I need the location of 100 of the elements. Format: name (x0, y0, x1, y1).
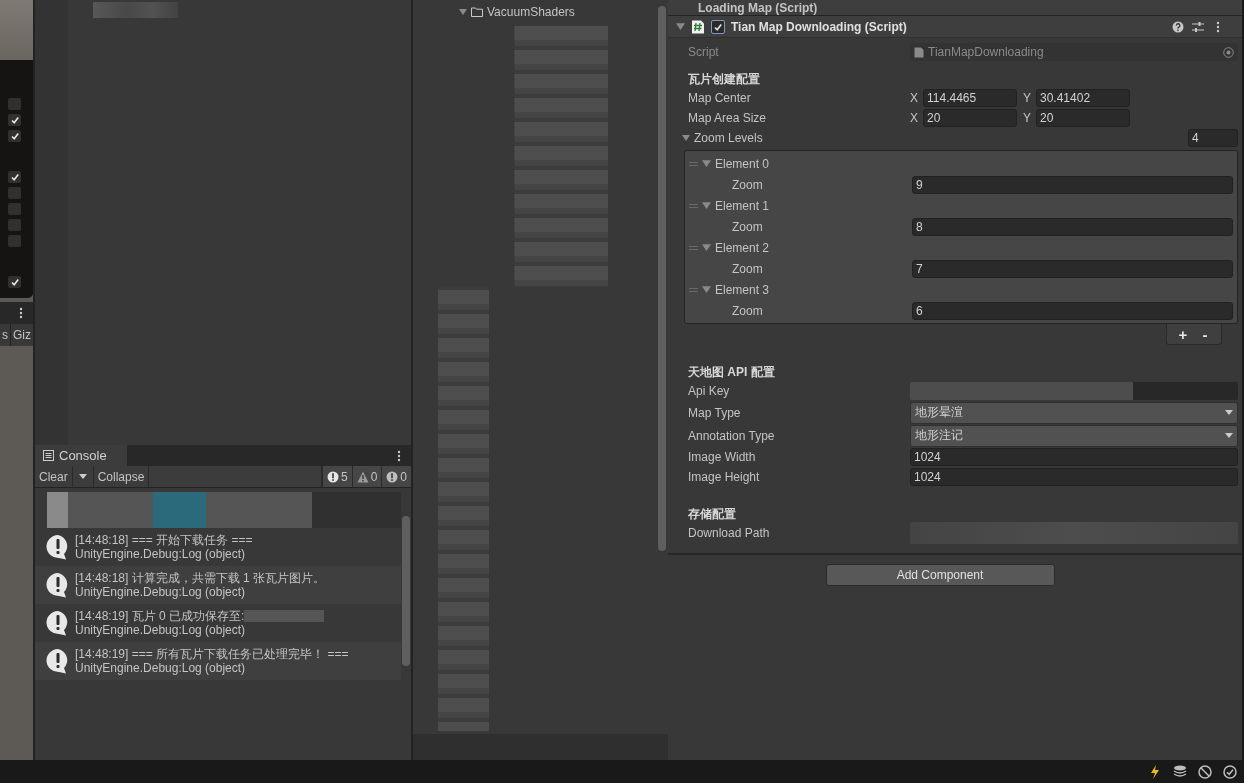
number-field[interactable]: 20 (923, 109, 1017, 127)
list-icon (43, 450, 54, 461)
log-filter-toggle[interactable]: 0 (381, 466, 411, 487)
caret-icon (78, 473, 87, 480)
expanded-triangle-icon[interactable] (702, 159, 711, 168)
expanded-triangle-icon[interactable] (702, 243, 711, 252)
element-label: Element 1 (715, 198, 770, 213)
log-message: [14:48:19] === 所有瓦片下载任务已处理完毕！ === (75, 647, 349, 661)
checkbox[interactable] (8, 130, 21, 142)
caret-icon (1225, 409, 1233, 416)
checkbox[interactable] (8, 203, 21, 215)
element-label: Element 3 (715, 282, 770, 297)
checkmark-icon (713, 21, 723, 32)
tree-item[interactable]: VacuumShaders (413, 4, 656, 20)
log-detail: UnityEngine.Debug:Log (object) (75, 585, 247, 599)
caret-icon (1225, 432, 1233, 439)
stack-icon[interactable] (1172, 763, 1188, 780)
scrollbar-thumb[interactable] (658, 6, 666, 551)
expanded-triangle-icon[interactable] (459, 8, 467, 16)
check-circle-icon[interactable] (1222, 763, 1238, 780)
expanded-triangle-icon[interactable] (702, 285, 711, 294)
checkbox[interactable] (8, 98, 21, 110)
sliders-icon[interactable] (1192, 20, 1204, 33)
field-label: Zoom (731, 177, 764, 192)
log-message: [14:48:18] === 开始下载任务 === (75, 533, 253, 547)
expanded-triangle-icon[interactable] (682, 134, 690, 142)
drag-handle-icon[interactable] (689, 160, 698, 167)
element-label: Element 2 (715, 240, 770, 255)
remove-button[interactable]: - (1195, 324, 1215, 344)
toolbar-tab[interactable]: Giz (10, 324, 33, 346)
number-field[interactable]: 114.4465 (923, 89, 1017, 107)
warning-icon (356, 470, 369, 483)
info-icon (326, 470, 339, 483)
log-message: [14:48:18] 计算完成，共需下载 1 张瓦片图片。 (75, 571, 326, 585)
checkbox[interactable] (8, 235, 21, 247)
section-header: 存储配置 (688, 506, 737, 523)
checkbox[interactable] (711, 19, 725, 34)
target-icon[interactable] (1223, 46, 1234, 58)
number-field[interactable]: 20 (1036, 109, 1130, 127)
number-field[interactable]: 1024 (910, 448, 1238, 466)
collapse-button[interactable]: Collapse (93, 466, 150, 487)
number-field[interactable]: 1024 (910, 468, 1238, 486)
number-field[interactable]: 4 (1188, 129, 1238, 147)
log-entry[interactable]: [14:48:18] 计算完成，共需下载 1 张瓦片图片。 UnityEngine.Debug:Log (object) (35, 566, 401, 604)
axis-label: Y (1023, 111, 1032, 125)
checkmark-icon (9, 131, 20, 141)
log-filter-toggle[interactable]: 0 (351, 466, 382, 487)
field-label: Zoom (731, 261, 764, 276)
clear-button[interactable]: Clear (35, 466, 73, 487)
console-tab[interactable]: Console (35, 445, 127, 466)
checkmark-icon (9, 172, 20, 182)
log-entry[interactable]: [14:48:19] === 所有瓦片下载任务已处理完毕！ === UnityEngine.Debug:Log (object) (35, 642, 401, 680)
checkmark-icon (9, 277, 20, 287)
element-label: Element 0 (715, 156, 770, 171)
drag-handle-icon[interactable] (689, 286, 698, 293)
field-label: Image Width (688, 450, 757, 464)
number-field[interactable]: 8 (912, 217, 1233, 236)
axis-label: Y (1023, 91, 1032, 105)
more-options-icon[interactable] (19, 307, 23, 319)
axis-label: X (910, 111, 919, 125)
number-field[interactable]: 30.41402 (1036, 89, 1130, 107)
field-label: Download Path (688, 526, 771, 540)
dropdown[interactable]: 地形注记 (910, 424, 1238, 447)
checkbox[interactable] (8, 219, 21, 231)
drag-handle-icon[interactable] (689, 244, 698, 251)
checkbox[interactable] (8, 187, 21, 199)
field-label: Annotation Type (688, 428, 776, 443)
checkbox[interactable] (8, 171, 21, 183)
error-icon (386, 470, 399, 483)
scrollbar-thumb[interactable] (402, 516, 410, 666)
add-button[interactable]: + (1173, 324, 1193, 344)
log-detail: UnityEngine.Debug:Log (object) (75, 623, 247, 637)
field-label: Map Area Size (688, 111, 768, 125)
field-label: Api Key (688, 384, 731, 398)
expanded-triangle-icon[interactable] (702, 201, 711, 210)
field-label: Image Height (688, 470, 761, 484)
object-field[interactable]: TianMapDownloading (910, 43, 1238, 61)
dropdown[interactable]: 地形晕渲 (910, 401, 1238, 424)
help-icon[interactable] (1172, 20, 1184, 33)
toolbar-tab[interactable]: s (0, 324, 10, 346)
checkbox[interactable] (8, 114, 21, 126)
script-icon (914, 46, 924, 58)
add-component-button[interactable]: Add Component (825, 564, 1055, 586)
drag-handle-icon[interactable] (689, 202, 698, 209)
field-label: Map Type (688, 405, 742, 420)
number-field[interactable]: 7 (912, 259, 1233, 278)
component-title: Tian Map Downloading (Script) (731, 19, 908, 34)
checkbox[interactable] (8, 276, 21, 288)
number-field[interactable]: 9 (912, 175, 1233, 194)
log-entry[interactable]: [14:48:19] 瓦片 0 已成功保存至: UnityEngine.Debug:Log (object) (35, 604, 401, 642)
log-filter-toggle[interactable]: 5 (321, 466, 352, 487)
more-options-icon[interactable] (397, 449, 401, 462)
section-header: 天地图 API 配置 (688, 364, 776, 381)
log-entry[interactable]: [14:48:18] === 开始下载任务 === UnityEngine.Debug:Log (object) (35, 528, 401, 566)
expanded-triangle-icon[interactable] (676, 22, 685, 31)
slashed-circle-icon[interactable] (1197, 763, 1213, 780)
foldout[interactable]: Zoom Levels (684, 131, 763, 145)
axis-label: X (910, 91, 919, 105)
number-field[interactable]: 6 (912, 301, 1233, 320)
section-header: 瓦片创建配置 (688, 71, 761, 88)
